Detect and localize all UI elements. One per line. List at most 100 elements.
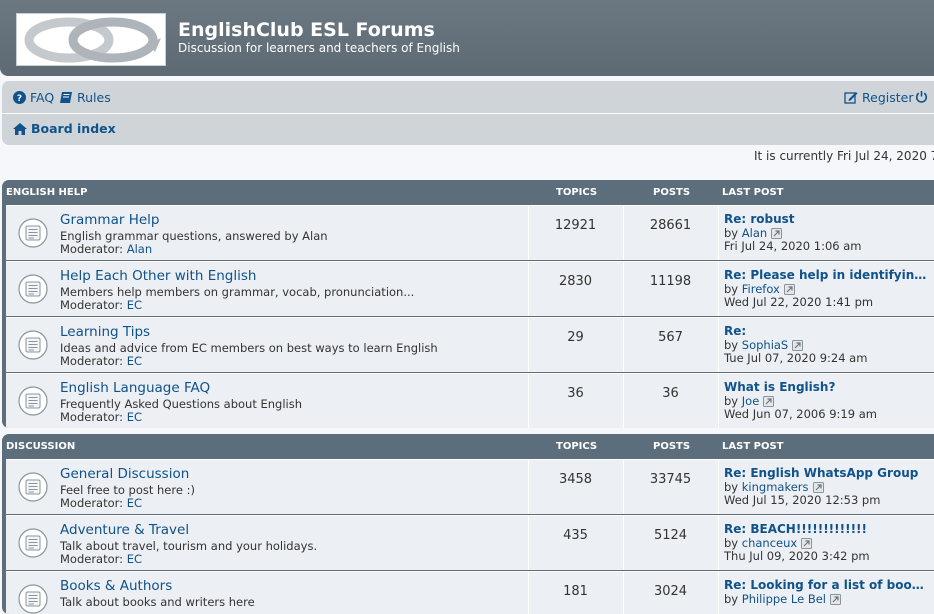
category-title[interactable]: DISCUSSION <box>6 441 75 452</box>
view-latest-post-icon[interactable] <box>763 396 775 407</box>
login-link[interactable] <box>915 90 928 103</box>
last-post-author-link[interactable]: chanceux <box>742 536 797 550</box>
logo-icon <box>24 17 161 63</box>
category-title[interactable]: ENGLISH HELP <box>6 187 87 198</box>
topics-count: 181 <box>563 584 588 599</box>
navbar: ? FAQ Rules Register Board index <box>2 81 934 145</box>
board-index-label: Board index <box>31 121 116 136</box>
moderator-label: Moderator: <box>60 242 124 256</box>
forum-read-icon[interactable] <box>18 218 48 248</box>
moderator-link[interactable]: Alan <box>127 242 152 256</box>
home-icon <box>13 122 27 135</box>
by-label: by <box>724 226 739 240</box>
forum-description: English grammar questions, answered by A… <box>60 229 328 243</box>
last-post-title[interactable]: Re: Please help in identifyin… <box>724 268 926 282</box>
last-post-title[interactable]: Re: English WhatsApp Group <box>724 466 918 480</box>
forum-read-icon[interactable] <box>18 472 48 502</box>
forum-read-icon[interactable] <box>18 274 48 304</box>
topics-count: 2830 <box>558 274 593 289</box>
last-post-time: Wed Jun 07, 2006 9:19 am <box>724 407 877 421</box>
moderator-label: Moderator: <box>60 552 124 566</box>
forum-read-icon[interactable] <box>18 584 48 614</box>
view-latest-post-icon[interactable] <box>783 284 795 295</box>
forum-title[interactable]: Learning Tips <box>60 324 150 340</box>
forum-row: English Language FAQ Frequently Asked Qu… <box>6 373 934 428</box>
question-circle-icon: ? <box>13 91 26 104</box>
view-latest-post-icon[interactable] <box>812 482 824 493</box>
forum-title[interactable]: Help Each Other with English <box>60 268 256 284</box>
forum-row: Grammar Help English grammar questions, … <box>6 205 934 260</box>
forum-description: Frequently Asked Questions about English <box>60 397 303 411</box>
last-post-author: by Philippe Le Bel <box>724 592 841 606</box>
last-post-author-link[interactable]: Philippe Le Bel <box>742 592 826 606</box>
register-label: Register <box>862 90 914 105</box>
book-icon <box>60 92 72 103</box>
register-link[interactable]: Register <box>844 90 913 105</box>
forum-description: Ideas and advice from EC members on best… <box>60 341 438 355</box>
moderator-link[interactable]: EC <box>127 496 142 510</box>
posts-count: 36 <box>662 386 679 401</box>
forum-read-icon[interactable] <box>18 330 48 360</box>
last-post-time: Fri Jul 24, 2020 1:06 am <box>724 239 862 253</box>
last-post-title[interactable]: Re: <box>724 324 746 338</box>
moderator-link[interactable]: EC <box>127 552 142 566</box>
forum-title[interactable]: Books & Authors <box>60 578 172 594</box>
category-header: ENGLISH HELP TOPICS POSTS LAST POST <box>2 180 934 205</box>
last-post-author-link[interactable]: SophiaS <box>742 338 788 352</box>
faq-link[interactable]: ? FAQ <box>13 90 54 105</box>
forum-moderator: Moderator: EC <box>60 496 142 510</box>
last-post-title[interactable]: Re: robust <box>724 212 795 226</box>
posts-count: 567 <box>658 330 683 345</box>
rules-link[interactable]: Rules <box>59 90 111 105</box>
forum-description: Feel free to post here :) <box>60 483 195 497</box>
last-post-time: Thu Jul 09, 2020 3:42 pm <box>724 549 870 563</box>
forum-read-icon[interactable] <box>18 528 48 558</box>
posts-count: 33745 <box>649 472 692 487</box>
moderator-label: Moderator: <box>60 496 124 510</box>
last-post-time: Wed Jul 22, 2020 1:41 pm <box>724 295 874 309</box>
last-post-author: by Alan <box>724 226 783 240</box>
site-logo[interactable] <box>16 13 166 66</box>
by-label: by <box>724 592 739 606</box>
forum-title[interactable]: Grammar Help <box>60 212 159 228</box>
navbar-quick-links: ? FAQ Rules Register <box>2 81 934 114</box>
last-post-author-link[interactable]: Joe <box>742 394 760 408</box>
moderator-link[interactable]: EC <box>127 298 142 312</box>
view-latest-post-icon[interactable] <box>792 340 804 351</box>
last-post-author: by SophiaS <box>724 338 804 352</box>
site-header: EnglishClub ESL Forums Discussion for le… <box>0 0 934 76</box>
breadcrumb: Board index <box>2 114 934 145</box>
last-post-author-link[interactable]: kingmakers <box>742 480 809 494</box>
forum-row: Learning Tips Ideas and advice from EC m… <box>6 317 934 372</box>
view-latest-post-icon[interactable] <box>771 228 783 239</box>
by-label: by <box>724 282 739 296</box>
last-post-author-link[interactable]: Firefox <box>742 282 780 296</box>
last-post-time: Tue Jul 07, 2020 9:24 am <box>724 351 868 365</box>
last-post-author-link[interactable]: Alan <box>742 226 767 240</box>
moderator-link[interactable]: EC <box>127 354 142 368</box>
forum-moderator: Moderator: EC <box>60 298 142 312</box>
moderator-link[interactable]: EC <box>127 410 142 424</box>
by-label: by <box>724 338 739 352</box>
posts-count: 3024 <box>653 584 688 599</box>
forum-title[interactable]: Adventure & Travel <box>60 522 189 538</box>
board-index-link[interactable]: Board index <box>13 121 116 136</box>
topics-count: 36 <box>567 386 584 401</box>
category-header: DISCUSSION TOPICS POSTS LAST POST <box>2 434 934 459</box>
posts-count: 5124 <box>653 528 688 543</box>
last-post-title[interactable]: Re: Looking for a list of boo… <box>724 578 924 592</box>
moderator-label: Moderator: <box>60 410 124 424</box>
last-post-author: by Joe <box>724 394 775 408</box>
site-title[interactable]: EnglishClub ESL Forums <box>178 19 435 41</box>
forum-row: Help Each Other with English Members hel… <box>6 261 934 316</box>
forum-read-icon[interactable] <box>18 386 48 416</box>
forum-row: General Discussion Feel free to post her… <box>6 459 934 514</box>
site-description: Discussion for learners and teachers of … <box>178 41 460 55</box>
faq-label: FAQ <box>30 90 55 105</box>
forum-title[interactable]: General Discussion <box>60 466 189 482</box>
last-post-title[interactable]: Re: BEACH!!!!!!!!!!!!! <box>724 522 867 536</box>
view-latest-post-icon[interactable] <box>801 538 813 549</box>
category-discussion: DISCUSSION TOPICS POSTS LAST POST Genera… <box>2 434 934 614</box>
last-post-title[interactable]: What is English? <box>724 380 835 394</box>
forum-title[interactable]: English Language FAQ <box>60 380 210 396</box>
